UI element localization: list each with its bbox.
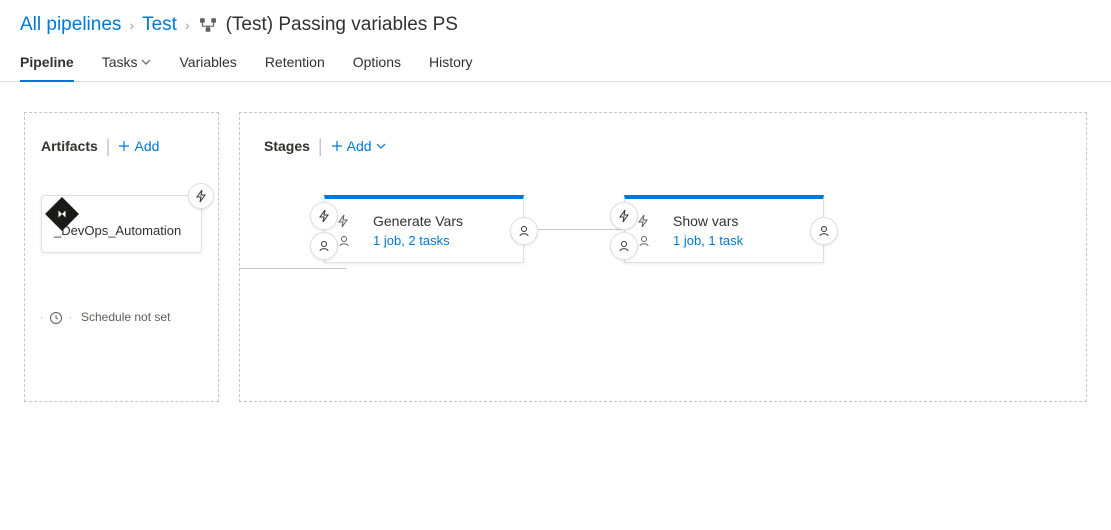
artifacts-panel: Artifacts | Add _DevOps_Automation Sched… bbox=[24, 112, 219, 402]
stage-card-show-vars[interactable]: Show vars 1 job, 1 task bbox=[624, 195, 824, 263]
breadcrumb: All pipelines › Test › (Test) Passing va… bbox=[0, 0, 1111, 36]
add-stage-label: Add bbox=[347, 138, 372, 154]
breadcrumb-current: (Test) Passing variables PS bbox=[226, 14, 458, 36]
tab-tasks[interactable]: Tasks bbox=[102, 46, 152, 82]
tab-history[interactable]: History bbox=[429, 46, 473, 82]
breadcrumb-parent-link[interactable]: Test bbox=[142, 14, 177, 36]
tab-variables[interactable]: Variables bbox=[179, 46, 236, 82]
pipeline-icon bbox=[198, 15, 218, 35]
stages-panel: Stages | Add bbox=[239, 112, 1087, 402]
lightning-icon bbox=[337, 214, 349, 228]
lightning-icon bbox=[637, 214, 649, 228]
cd-trigger-badge[interactable] bbox=[188, 183, 214, 209]
stage-meta-link[interactable]: 1 job, 2 tasks bbox=[373, 233, 507, 248]
add-stage-button[interactable]: Add bbox=[331, 138, 386, 154]
plus-icon bbox=[331, 140, 343, 152]
add-artifact-label: Add bbox=[134, 138, 159, 154]
pre-trigger-badge[interactable] bbox=[310, 202, 338, 230]
artifact-card[interactable]: _DevOps_Automation bbox=[41, 195, 202, 253]
divider: | bbox=[106, 137, 111, 155]
tab-pipeline[interactable]: Pipeline bbox=[20, 46, 74, 82]
breadcrumb-root-link[interactable]: All pipelines bbox=[20, 14, 121, 36]
schedule-row[interactable]: Schedule not set bbox=[41, 303, 202, 333]
artifacts-header: Artifacts | Add bbox=[41, 137, 202, 155]
clock-icon bbox=[41, 303, 71, 333]
stage-card-generate-vars[interactable]: Generate Vars 1 job, 2 tasks bbox=[324, 195, 524, 263]
stages-header: Stages | Add bbox=[264, 137, 1062, 155]
stage-meta-link[interactable]: 1 job, 1 task bbox=[673, 233, 807, 248]
divider: | bbox=[318, 137, 323, 155]
pre-approver-badge[interactable] bbox=[610, 232, 638, 260]
stages-flow: Generate Vars 1 job, 2 tasks bbox=[324, 195, 1062, 263]
person-icon bbox=[337, 234, 351, 248]
artifact-name: _DevOps_Automation bbox=[54, 222, 187, 240]
tab-tasks-label: Tasks bbox=[102, 54, 138, 70]
stages-title: Stages bbox=[264, 138, 310, 154]
chevron-down-icon bbox=[141, 57, 151, 67]
tab-options[interactable]: Options bbox=[353, 46, 401, 82]
chevron-right-icon: › bbox=[129, 17, 134, 33]
post-approver-badge[interactable] bbox=[810, 217, 838, 245]
post-approver-badge[interactable] bbox=[510, 217, 538, 245]
schedule-label: Schedule not set bbox=[81, 310, 170, 324]
artifacts-title: Artifacts bbox=[41, 138, 98, 154]
pre-approver-badge[interactable] bbox=[310, 232, 338, 260]
tab-retention[interactable]: Retention bbox=[265, 46, 325, 82]
pre-trigger-badge[interactable] bbox=[610, 202, 638, 230]
stage-name: Generate Vars bbox=[373, 213, 507, 229]
chevron-right-icon: › bbox=[185, 17, 190, 33]
chevron-down-icon bbox=[376, 141, 386, 151]
tabs-bar: Pipeline Tasks Variables Retention Optio… bbox=[0, 36, 1111, 82]
pipeline-canvas: Artifacts | Add _DevOps_Automation Sched… bbox=[0, 82, 1111, 432]
stage-status-icons bbox=[337, 214, 351, 248]
plus-icon bbox=[118, 140, 130, 152]
add-artifact-button[interactable]: Add bbox=[118, 138, 159, 154]
connector-line bbox=[239, 268, 346, 269]
stage-name: Show vars bbox=[673, 213, 807, 229]
person-icon bbox=[637, 234, 651, 248]
connector-line bbox=[524, 229, 624, 230]
stage-status-icons bbox=[637, 214, 651, 248]
